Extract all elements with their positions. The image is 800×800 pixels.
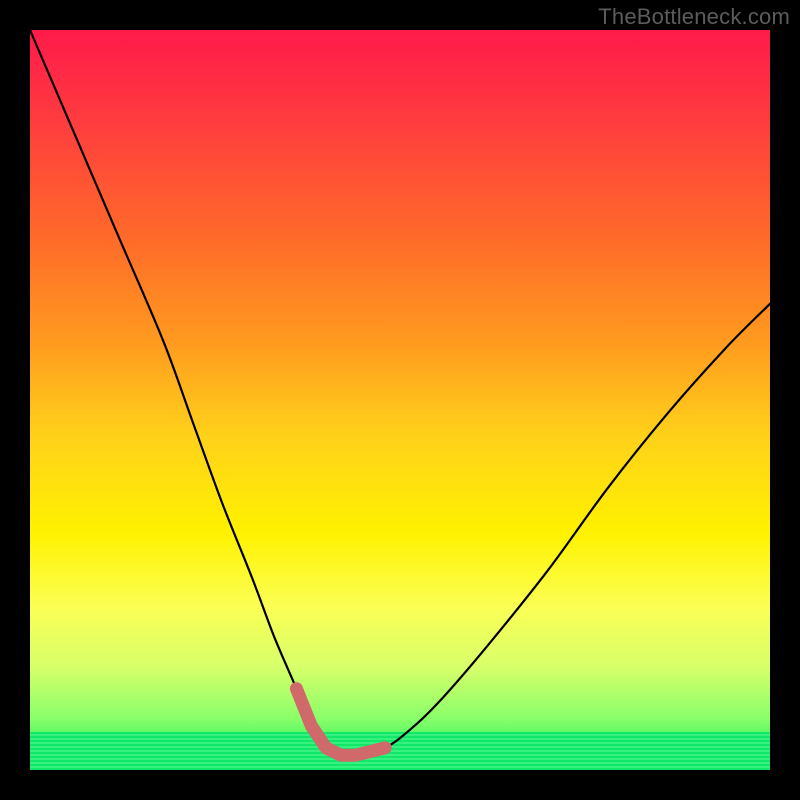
watermark-text: TheBottleneck.com [598, 4, 790, 30]
chart-frame: TheBottleneck.com [0, 0, 800, 800]
chart-svg [30, 30, 770, 770]
plot-area [30, 30, 770, 770]
valley-marker [296, 689, 385, 756]
bottleneck-curve [30, 30, 770, 756]
